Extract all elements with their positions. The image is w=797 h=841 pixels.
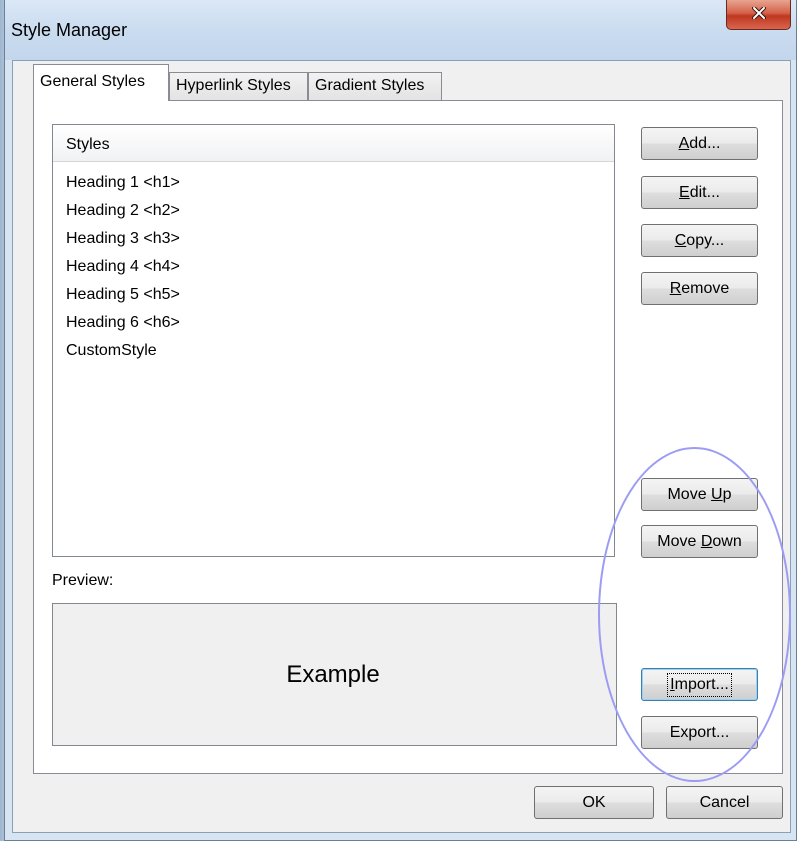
copy-button[interactable]: Copy... — [641, 224, 758, 257]
tab-label: General Styles — [40, 73, 145, 90]
move-up-button[interactable]: Move Up — [641, 478, 758, 511]
add-button[interactable]: Add... — [641, 127, 758, 160]
column-header-label: Styles — [66, 136, 110, 153]
button-label: Move Up — [667, 485, 732, 503]
button-label: Add... — [678, 134, 721, 152]
move-down-button[interactable]: Move Down — [641, 525, 758, 558]
tab-hyperlink-styles[interactable]: Hyperlink Styles — [169, 72, 308, 100]
list-item[interactable]: Heading 3 <h3> — [66, 225, 180, 253]
cancel-button[interactable]: Cancel — [666, 786, 783, 819]
list-item[interactable]: Heading 1 <h1> — [66, 169, 180, 197]
preview-label: Preview: — [52, 572, 114, 589]
remove-button[interactable]: Remove — [641, 272, 758, 305]
tab-label: Hyperlink Styles — [176, 77, 291, 94]
button-label: Remove — [669, 279, 730, 297]
close-icon — [751, 5, 766, 24]
button-label: Move Down — [657, 532, 742, 550]
button-label: Edit... — [679, 183, 720, 201]
styles-list-items: Heading 1 <h1> Heading 2 <h2> Heading 3 … — [66, 169, 180, 365]
import-button[interactable]: Import... — [641, 668, 758, 701]
button-label: Import... — [667, 672, 732, 697]
list-item[interactable]: Heading 6 <h6> — [66, 309, 180, 337]
list-item[interactable]: Heading 2 <h2> — [66, 197, 180, 225]
styles-column-header[interactable]: Styles — [53, 125, 614, 162]
button-label: OK — [582, 793, 606, 811]
styles-list[interactable]: Styles Heading 1 <h1> Heading 2 <h2> Hea… — [52, 124, 615, 557]
export-button[interactable]: Export... — [641, 716, 758, 749]
tab-label: Gradient Styles — [315, 77, 425, 94]
button-label: Copy... — [674, 231, 725, 249]
close-button[interactable] — [726, 0, 791, 30]
ok-button[interactable]: OK — [534, 786, 654, 819]
tab-general-styles[interactable]: General Styles — [33, 64, 169, 101]
preview-area: Example — [52, 603, 617, 746]
window-title: Style Manager — [11, 20, 128, 40]
list-item[interactable]: CustomStyle — [66, 337, 180, 365]
title-bar[interactable]: Style Manager — [5, 0, 796, 60]
tab-gradient-styles[interactable]: Gradient Styles — [308, 72, 442, 100]
preview-sample-text: Example — [286, 660, 380, 688]
button-label: Export... — [669, 723, 730, 741]
button-label: Cancel — [699, 793, 750, 811]
list-item[interactable]: Heading 5 <h5> — [66, 281, 180, 309]
edit-button[interactable]: Edit... — [641, 176, 758, 209]
list-item[interactable]: Heading 4 <h4> — [66, 253, 180, 281]
